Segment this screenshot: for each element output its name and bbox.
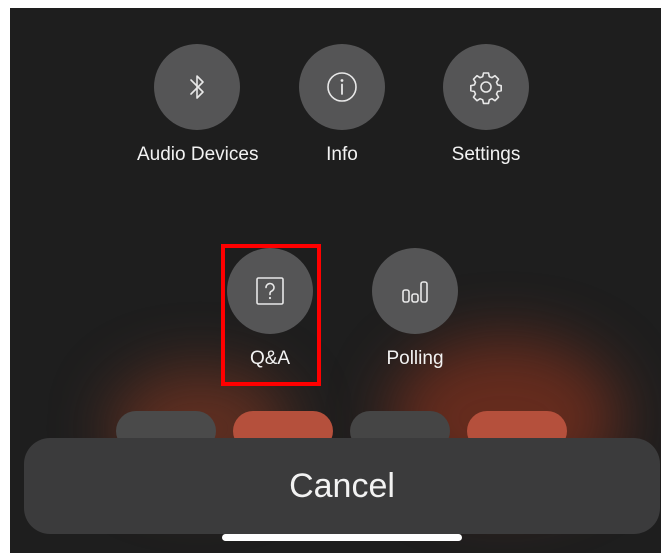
- info-label: Info: [326, 144, 358, 165]
- settings-label: Settings: [451, 144, 521, 165]
- audio-devices-label: Audio Devices: [137, 144, 259, 165]
- settings-circle[interactable]: [443, 44, 529, 130]
- home-indicator[interactable]: [222, 534, 462, 541]
- poll-bars-icon: [402, 281, 428, 303]
- polling-label: Polling: [386, 348, 444, 369]
- gear-icon: [470, 72, 502, 105]
- settings-button[interactable]: Settings: [426, 44, 546, 166]
- bluetooth-icon: [190, 75, 204, 99]
- qa-circle[interactable]: [227, 248, 313, 334]
- audio-devices-button[interactable]: Audio Devices: [137, 44, 259, 166]
- action-sheet-screen: Audio Devices Info Settings Q&A Polling …: [10, 8, 661, 553]
- info-button[interactable]: Info: [282, 44, 402, 166]
- info-circle[interactable]: [299, 44, 385, 130]
- info-icon: [327, 72, 357, 102]
- polling-button[interactable]: Polling: [355, 248, 475, 370]
- audio-devices-circle[interactable]: [154, 44, 240, 130]
- question-box-icon: [256, 277, 284, 305]
- qa-label: Q&A: [249, 348, 291, 369]
- polling-circle[interactable]: [372, 248, 458, 334]
- cancel-button[interactable]: Cancel: [24, 438, 660, 534]
- qa-button[interactable]: Q&A: [210, 248, 330, 370]
